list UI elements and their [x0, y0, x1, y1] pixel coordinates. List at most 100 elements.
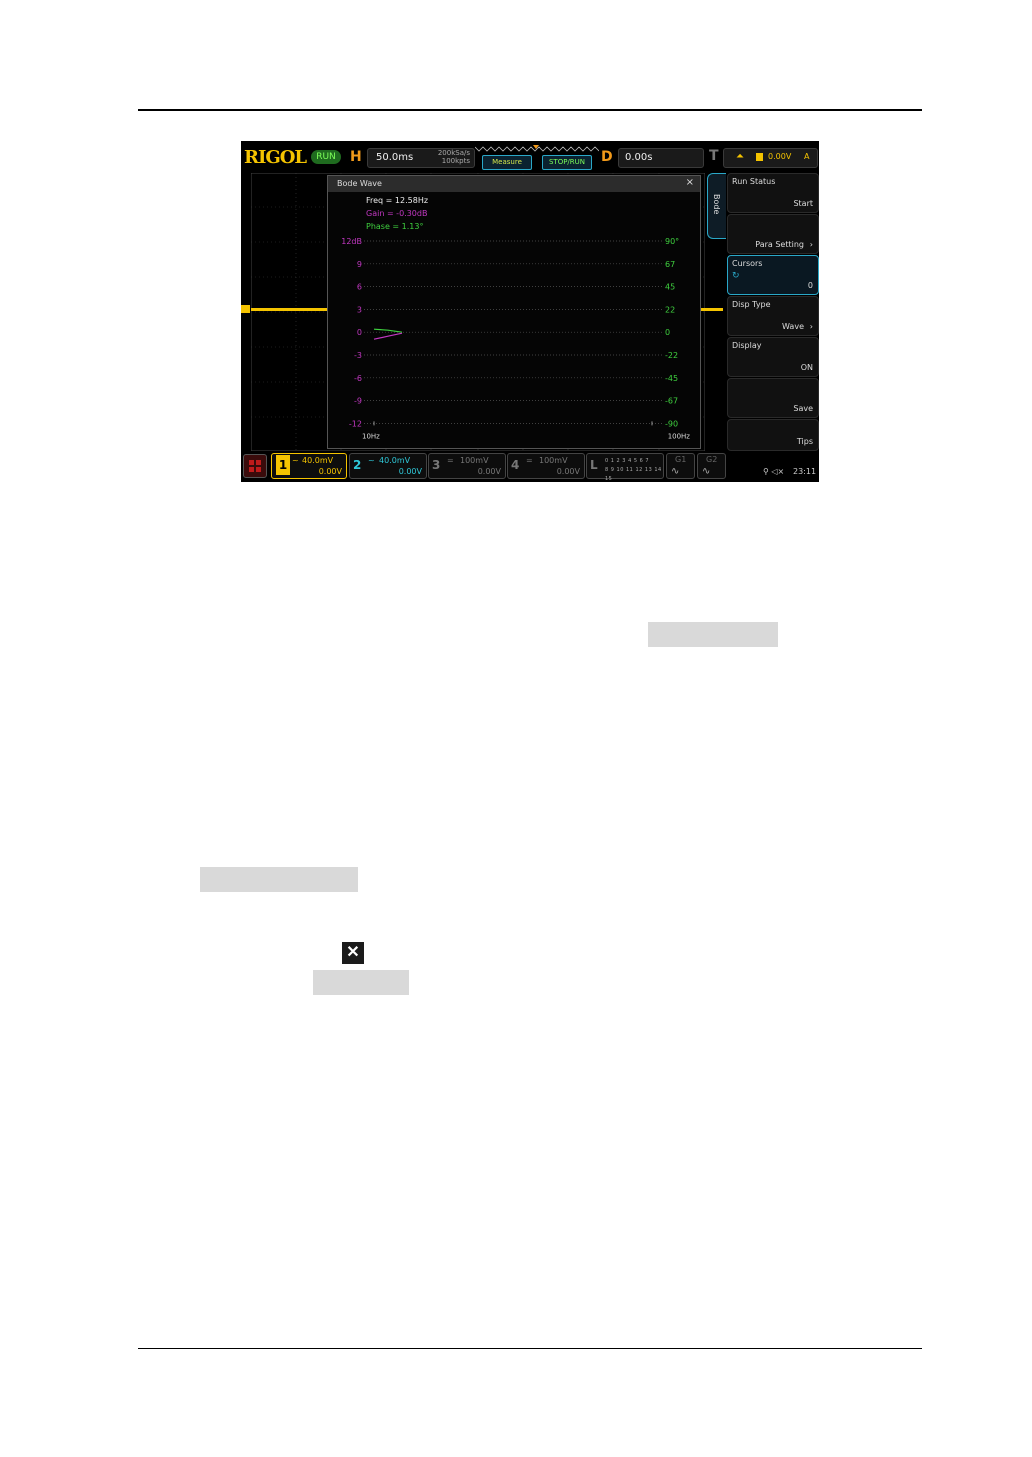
bottom-status-bar: 1 ~ 40.0mV 0.00V 2 ~ 40.0mV 0.00V 3 = 10…	[241, 451, 819, 482]
gain-tick-label: -12	[349, 419, 362, 428]
system-clock: 23:11	[793, 467, 817, 476]
trigger-letter: T	[709, 148, 719, 164]
top-status-bar: RIGOL RUN H 50.0ms 200kSa/s 100kpts Meas…	[241, 141, 819, 173]
channel-4-box[interactable]: 4 = 100mV 0.00V	[507, 453, 585, 479]
phase-tick-label: -67	[665, 397, 678, 406]
ui-reference-placeholder	[648, 622, 778, 647]
menu-disp-type[interactable]: Disp Type Wave ›	[727, 296, 819, 336]
menu-label: Run Status	[732, 177, 776, 186]
timebase-box[interactable]: 50.0ms 200kSa/s 100kpts	[367, 148, 475, 168]
channel-2-box[interactable]: 2 ~ 40.0mV 0.00V	[349, 453, 427, 479]
channel-offset: 0.00V	[318, 467, 342, 476]
side-menu: Run Status Start Para Setting › Cursors …	[727, 173, 819, 451]
menu-value: Save	[793, 404, 813, 413]
main-menu-button[interactable]	[243, 454, 267, 478]
menu-display[interactable]: Display ON	[727, 337, 819, 377]
menu-value: Start	[793, 199, 813, 208]
phase-tick-label: -45	[665, 374, 678, 383]
gain-tick-label: -6	[354, 374, 362, 383]
phase-tick-label: 22	[665, 305, 675, 314]
channel-offset: 0.00V	[556, 467, 580, 476]
logic-channels: 0 1 2 3 4 5 6 7 8 9 10 11 12 13 14 15	[605, 457, 663, 482]
logic-letter: L	[590, 458, 598, 472]
phase-tick-label: 0	[665, 328, 670, 337]
rotate-knob-icon: ↻	[732, 271, 740, 281]
gain-tick-label: 0	[357, 328, 362, 337]
bode-tab-label: Bode	[712, 194, 721, 215]
close-icon[interactable]: ×	[686, 177, 694, 188]
channel-scale: 100mV	[539, 456, 568, 465]
measure-button[interactable]: Measure	[482, 155, 532, 170]
menu-run-status[interactable]: Run Status Start	[727, 173, 819, 213]
phase-tick-label: 45	[665, 283, 675, 292]
channel1-trace	[251, 308, 327, 311]
stop-run-button[interactable]: STOP/RUN	[542, 155, 592, 170]
oscilloscope-screen: RIGOL RUN H 50.0ms 200kSa/s 100kpts Meas…	[241, 141, 819, 482]
channel-scale: 40.0mV	[379, 456, 411, 465]
trigger-box[interactable]: ⏶ 0.00V A	[723, 148, 818, 168]
header-rule	[138, 109, 922, 111]
logic-analyzer-box[interactable]: L 0 1 2 3 4 5 6 7 8 9 10 11 12 13 14 15	[586, 453, 664, 482]
channel1-offset-marker[interactable]	[241, 305, 250, 313]
usb-speaker-icon[interactable]: ⚲ ◁×	[763, 467, 784, 476]
rigol-logo: RIGOL	[244, 147, 307, 168]
menu-para-setting[interactable]: Para Setting ›	[727, 214, 819, 254]
phase-tick-label: 90°	[665, 237, 679, 246]
bode-plot: 12dB 90° 9 67 6 45 3 22 0 0 -3 -22 -6 -45 -9 -67 -12 -90 1…	[341, 237, 690, 440]
run-status-badge[interactable]: RUN	[311, 150, 341, 164]
sample-rate: 200kSa/s	[437, 149, 470, 157]
channel-number: 1	[276, 455, 290, 475]
channel-number: 2	[353, 458, 362, 472]
gain-trace	[373, 332, 403, 340]
channel-offset: 0.00V	[477, 467, 501, 476]
dialog-title-bar[interactable]: Bode Wave ×	[328, 176, 700, 192]
phase-tick-label: -22	[665, 351, 678, 360]
horizontal-letter: H	[350, 149, 362, 165]
menu-value: Wave	[782, 322, 804, 331]
menu-grid-icon	[256, 460, 261, 465]
sine-wave-icon: ∿	[702, 466, 711, 477]
ui-reference-placeholder	[200, 867, 358, 892]
generator-1-box[interactable]: G1 ∿	[666, 453, 695, 479]
menu-value: Para Setting	[755, 240, 804, 249]
footer-rule	[138, 1348, 922, 1349]
channel-scale: 100mV	[460, 456, 489, 465]
bode-menu-tab[interactable]: Bode	[707, 173, 726, 239]
sine-wave-icon: ∿	[671, 466, 680, 477]
menu-save[interactable]: Save	[727, 378, 819, 418]
timebase-value: 50.0ms	[376, 152, 414, 163]
waveform-overview-strip	[475, 145, 599, 152]
dialog-title: Bode Wave	[337, 179, 382, 188]
rising-edge-icon: ⏶	[736, 151, 744, 162]
menu-grid-icon	[249, 467, 254, 472]
phase-tick-label: -90	[665, 419, 678, 428]
menu-label: Cursors	[732, 259, 763, 268]
channel-1-box[interactable]: 1 ~ 40.0mV 0.00V	[271, 453, 347, 479]
channel-offset: 0.00V	[398, 467, 422, 476]
menu-grid-icon	[256, 467, 261, 472]
menu-label: Disp Type	[732, 300, 771, 309]
menu-value: Tips	[796, 437, 813, 446]
channel-3-box[interactable]: 3 = 100mV 0.00V	[428, 453, 506, 479]
bode-wave-dialog: Bode Wave × Freq = 12.58Hz Gain = -0.30d…	[327, 175, 701, 449]
delay-value: 0.00s	[625, 152, 653, 163]
gain-tick-label: -3	[354, 351, 362, 360]
menu-grid-icon	[249, 460, 254, 465]
gain-tick-label: 9	[357, 260, 362, 269]
generator-label: G1	[675, 455, 687, 464]
chevron-right-icon: ›	[809, 322, 813, 331]
menu-tips[interactable]: Tips	[727, 419, 819, 451]
menu-cursors[interactable]: Cursors ↻ 0	[727, 255, 819, 295]
channel-scale: 40.0mV	[302, 456, 334, 465]
gain-tick-label: 6	[357, 283, 362, 292]
menu-label: Display	[732, 341, 762, 350]
phase-trace	[373, 328, 403, 333]
channel-coupling: =	[526, 456, 533, 465]
trigger-source-icon	[756, 153, 763, 161]
delay-box[interactable]: 0.00s	[618, 148, 704, 168]
gain-tick-label: 12dB	[341, 237, 362, 246]
channel-coupling: =	[447, 456, 454, 465]
generator-2-box[interactable]: G2 ∿	[697, 453, 726, 479]
chevron-right-icon: ›	[809, 240, 813, 249]
gain-tick-label: -9	[354, 397, 362, 406]
